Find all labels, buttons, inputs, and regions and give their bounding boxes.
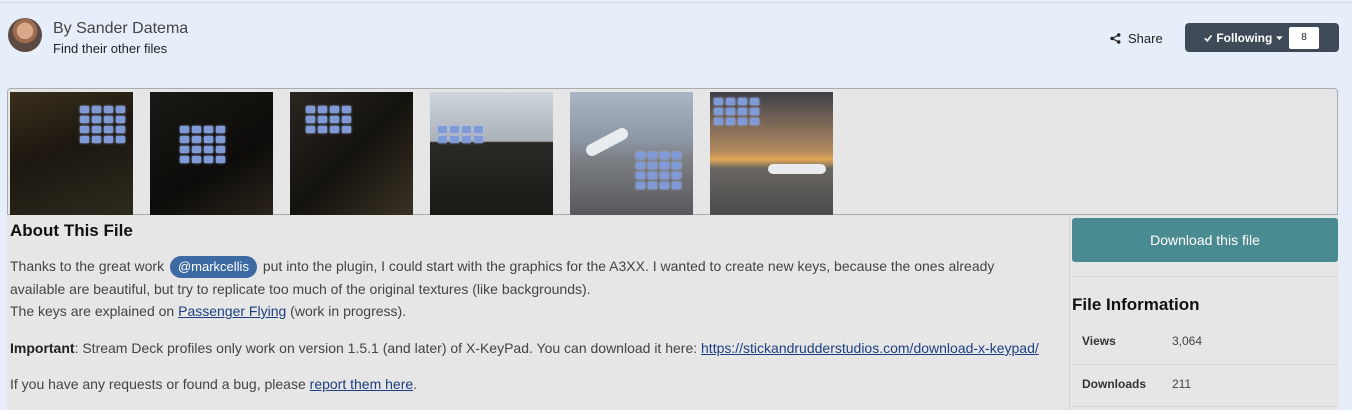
gallery-thumbnail-4[interactable]: [430, 92, 553, 215]
file-information-title: File Information: [1072, 295, 1200, 314]
check-icon: [1204, 34, 1213, 42]
keypad-graphic: [80, 106, 125, 143]
keypad-graphic: [306, 106, 351, 133]
gallery-thumbnail-6[interactable]: [710, 92, 833, 215]
following-button[interactable]: Following: [1185, 31, 1283, 45]
download-button[interactable]: Download this file: [1072, 218, 1338, 262]
follow-button-group: Following 8: [1185, 23, 1339, 52]
text-segment: If you have any requests or found a bug,…: [10, 376, 310, 392]
file-info-label: Downloads: [1082, 377, 1147, 391]
share-button[interactable]: Share: [1110, 29, 1163, 47]
other-files-link[interactable]: Find their other files: [53, 41, 167, 56]
text-segment: (work in progress).: [286, 303, 407, 319]
file-info-label: Views: [1082, 334, 1116, 348]
author-avatar[interactable]: [8, 18, 42, 52]
keypad-graphic: [438, 126, 483, 143]
important-paragraph: Important: Stream Deck profiles only wor…: [10, 337, 1039, 359]
description-paragraph-3: The keys are explained on Passenger Flyi…: [10, 300, 406, 322]
report-bug-link[interactable]: report them here: [310, 376, 414, 392]
keypad-graphic: [636, 152, 681, 189]
file-info-value: 211: [1172, 377, 1192, 391]
share-icon: [1110, 32, 1121, 44]
following-label: Following: [1216, 30, 1273, 45]
file-info-value: 3,064: [1172, 334, 1203, 348]
text-segment: .: [413, 376, 418, 392]
text-segment: Thanks to the great work: [10, 258, 168, 274]
gallery-thumbnail-1[interactable]: [10, 92, 133, 215]
airplane-graphic: [583, 125, 631, 159]
screenshot-gallery: [7, 88, 1338, 215]
keypad-graphic: [714, 98, 759, 125]
description-paragraph-5: If you have any requests or found a bug,…: [10, 373, 417, 395]
mention-badge[interactable]: @markcellis: [169, 256, 257, 278]
text-segment: The keys are explained on: [10, 303, 179, 319]
gallery-thumbnail-3[interactable]: [290, 92, 413, 215]
sidebar-divider: [1072, 406, 1338, 407]
description-paragraph-1: Thanks to the great work @markcellis put…: [10, 255, 994, 278]
file-info-row-downloads: Downloads 211: [1072, 365, 1338, 405]
text-segment: put into the plugin, I could start with …: [258, 258, 995, 274]
caret-down-icon: [1276, 35, 1283, 40]
description-paragraph-2: available are beautiful, but try to repl…: [10, 281, 591, 297]
gallery-thumbnail-5[interactable]: [570, 92, 693, 215]
follower-count: 8: [1289, 26, 1319, 49]
x-keypad-download-link[interactable]: https://stickandrudderstudios.com/downlo…: [701, 340, 1039, 356]
keypad-graphic: [180, 126, 225, 163]
author-name: By Sander Datema: [53, 20, 189, 37]
file-info-row-views: Views 3,064: [1072, 322, 1338, 362]
panel-divider: [1069, 215, 1070, 410]
about-title: About This File: [10, 221, 133, 240]
top-divider: [0, 2, 1352, 3]
passenger-flying-link[interactable]: Passenger Flying: [178, 303, 286, 319]
gallery-thumbnail-2[interactable]: [150, 92, 273, 215]
share-label: Share: [1128, 30, 1163, 46]
sidebar-divider: [1072, 276, 1338, 277]
important-label: Important: [10, 340, 75, 356]
text-segment: : Stream Deck profiles only work on vers…: [74, 340, 702, 356]
airplane-graphic: [768, 164, 826, 174]
